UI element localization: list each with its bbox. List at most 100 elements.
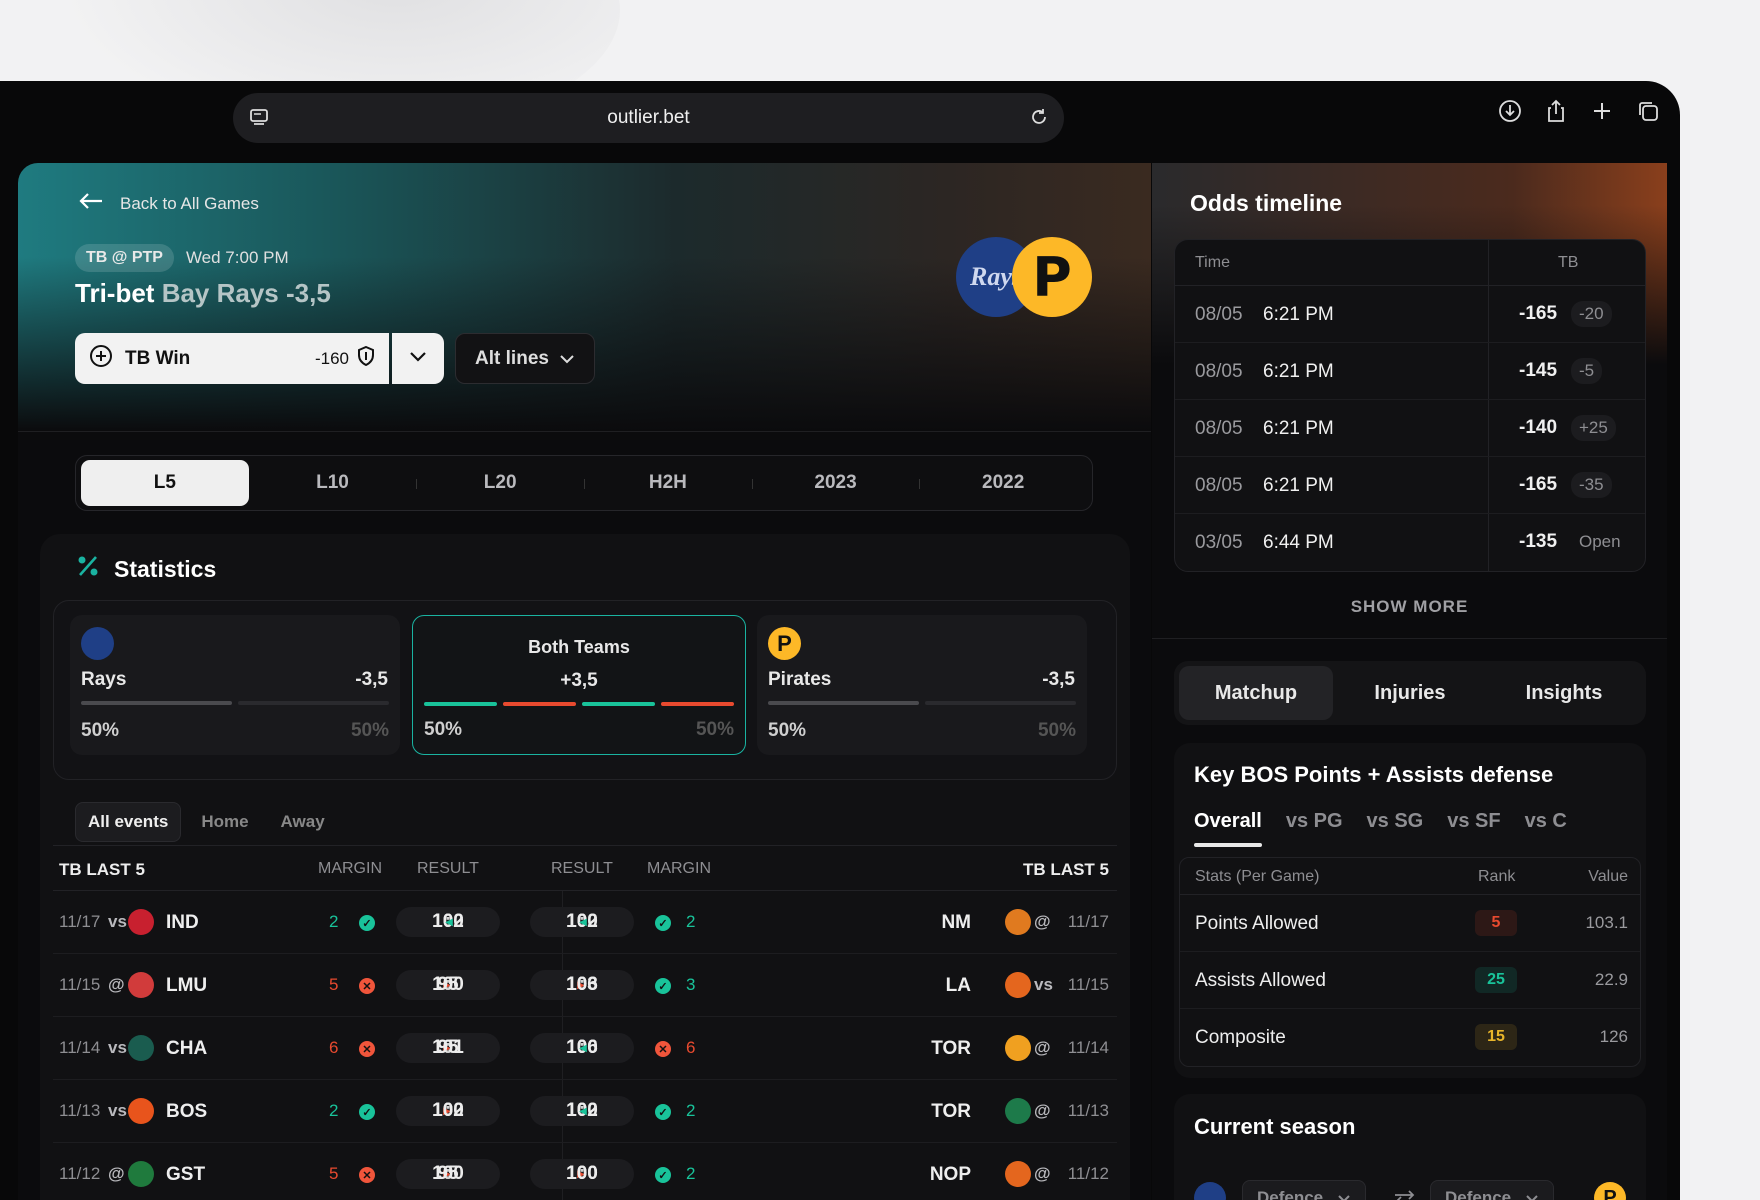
card-name: Both Teams	[528, 637, 630, 657]
stat-name: Composite	[1195, 1027, 1286, 1048]
url-text: outlier.bet	[607, 107, 690, 128]
tab-divider	[416, 479, 418, 489]
share-icon[interactable]	[1542, 97, 1570, 125]
table-row[interactable]: 11/13 vs BOS 2 ✓ ▶ 102:100 100:102 ◀ ✓ 2 TOR @11/13	[53, 1080, 1117, 1143]
score-box: 100:102 ◀	[396, 907, 500, 937]
check-icon: ✓	[655, 1104, 671, 1120]
back-link[interactable]: Back to All Games	[78, 191, 259, 216]
result-header: RESULT	[551, 860, 613, 877]
right-team: LA	[945, 975, 971, 996]
rays-logo	[81, 627, 114, 660]
filter-all-events[interactable]: All events	[75, 802, 182, 842]
row-divider	[1488, 400, 1489, 456]
table-row: Composite 15 126	[1180, 1009, 1640, 1066]
left-team: BOS	[166, 1101, 208, 1122]
right-margin: 2	[686, 912, 696, 931]
game-panel: Back to All Games TB @ PTP Wed 7:00 PM T…	[18, 163, 1151, 1200]
stat-value: 126	[1599, 1027, 1628, 1046]
swap-icon[interactable]	[1392, 1188, 1418, 1200]
team-logo	[1005, 1098, 1031, 1124]
score-box: ▶ 106:103	[530, 970, 634, 1000]
reload-icon[interactable]	[1028, 106, 1050, 133]
tab-injuries[interactable]: Injuries	[1333, 666, 1487, 720]
odds-row: 08/05 6:21 PM -165 -20	[1175, 286, 1645, 343]
rays-card[interactable]: Rays -3,5 50% 50%	[70, 615, 400, 755]
pirates-logo: P	[1012, 237, 1092, 317]
row-divider	[1488, 343, 1489, 399]
range-tab[interactable]: 2022	[919, 460, 1087, 506]
defence-select-left[interactable]: Defence	[1242, 1180, 1367, 1200]
range-tab-label: 2023	[814, 472, 857, 493]
new-tab-icon[interactable]	[1588, 97, 1616, 125]
range-tab[interactable]: 2023	[751, 460, 920, 506]
odds-date: 08/05	[1195, 418, 1243, 439]
card-line: -3,5	[1042, 669, 1075, 690]
alt-lines-button[interactable]: Alt lines	[455, 333, 595, 384]
defence-select-right[interactable]: Defence	[1430, 1180, 1555, 1200]
score-away: 100	[432, 1100, 464, 1121]
score-box: ▶ 100:95	[396, 970, 500, 1000]
right-location: @	[1034, 1164, 1051, 1183]
title-main: Tri-bet	[75, 278, 155, 308]
filter-away[interactable]: Away	[269, 803, 337, 841]
tab-vs-c[interactable]: vs C	[1525, 810, 1567, 833]
show-more-button[interactable]: SHOW MORE	[1152, 597, 1667, 617]
tab-overview-icon[interactable]	[249, 107, 269, 132]
range-tab[interactable]: L5	[81, 460, 249, 506]
right-location: @	[1034, 912, 1051, 931]
select-label: Defence	[1445, 1188, 1512, 1200]
lead-marker-icon: ◀	[579, 1105, 587, 1117]
chevron-down-icon	[1525, 1188, 1539, 1200]
title-sub: Bay Rays -3,5	[161, 278, 331, 308]
pirates-logo: P	[1594, 1182, 1626, 1200]
tab-matchup[interactable]: Matchup	[1179, 666, 1333, 720]
range-tab[interactable]: H2H	[584, 460, 752, 506]
check-icon: ✓	[359, 1104, 375, 1120]
range-tab[interactable]: L20	[416, 460, 584, 506]
add-bet-button[interactable]: TB Win -160	[75, 333, 389, 384]
team-logo	[128, 1161, 154, 1187]
plus-circle-icon	[89, 344, 113, 373]
team-logo	[1005, 1161, 1031, 1187]
lead-marker-icon: ◀	[445, 916, 453, 928]
team-logo	[1005, 1035, 1031, 1061]
tab-overall[interactable]: Overall	[1194, 810, 1262, 847]
left-team: IND	[166, 912, 199, 933]
x-icon: ✕	[359, 978, 375, 994]
filter-home[interactable]: Home	[189, 803, 260, 841]
rank-badge: 25	[1475, 967, 1517, 993]
check-icon: ✓	[655, 1167, 671, 1183]
table-row[interactable]: 11/14 vs CHA 6 ✕ ▶ 101:95 100:106 ◀ ✕ 6 TOR @11/14	[53, 1017, 1117, 1080]
table-row[interactable]: 11/12 @ GST 5 ✕ ▶ 100:95 ▶ 100:100 ✓ 2 NOP @11/12	[53, 1143, 1117, 1200]
both-teams-card[interactable]: Both Teams +3,5 50% 50%	[412, 615, 746, 755]
table-row[interactable]: 11/17 vs IND 2 ✓ 100:102 ◀ 100:102 ◀ ✓ 2 NM @11/17	[53, 891, 1117, 954]
address-bar[interactable]: outlier.bet	[233, 93, 1064, 143]
card-pct-right: 50%	[695, 719, 734, 740]
range-tab[interactable]: L10	[249, 460, 417, 506]
left-team-header: TB LAST 5	[59, 860, 145, 879]
table-row: Assists Allowed 25 22.9	[1180, 952, 1640, 1009]
download-icon[interactable]	[1496, 97, 1524, 125]
team-logo	[1005, 909, 1031, 935]
tab-vs-sg[interactable]: vs SG	[1367, 810, 1424, 833]
table-row[interactable]: 11/15 @ LMU 5 ✕ ▶ 100:95 ▶ 106:103 ✓ 3 LA vs 11/15	[53, 954, 1117, 1017]
odds-value: -135	[1519, 531, 1558, 552]
left-team: GST	[166, 1164, 206, 1185]
tab-vs-sf[interactable]: vs SF	[1447, 810, 1500, 833]
row-divider	[1488, 514, 1489, 571]
odds-row: 03/05 6:44 PM -135 Open	[1175, 514, 1645, 571]
time-header: Time	[1195, 254, 1230, 271]
left-location: @	[108, 1164, 125, 1183]
current-season-panel: Current season Defence Defence P	[1174, 1094, 1646, 1200]
tab-vs-pg[interactable]: vs PG	[1286, 810, 1343, 833]
pirates-card[interactable]: P Pirates -3,5 50% 50%	[757, 615, 1087, 755]
tab-insights[interactable]: Insights	[1487, 666, 1641, 720]
x-icon: ✕	[359, 1167, 375, 1183]
card-pct-right: 50%	[350, 720, 389, 741]
lead-marker-icon: ◀	[579, 1042, 587, 1054]
left-margin: 5	[329, 975, 339, 994]
left-location: vs	[108, 912, 127, 931]
left-margin: 2	[329, 912, 339, 931]
bet-dropdown-button[interactable]	[392, 333, 444, 384]
tabs-icon[interactable]	[1634, 97, 1662, 125]
